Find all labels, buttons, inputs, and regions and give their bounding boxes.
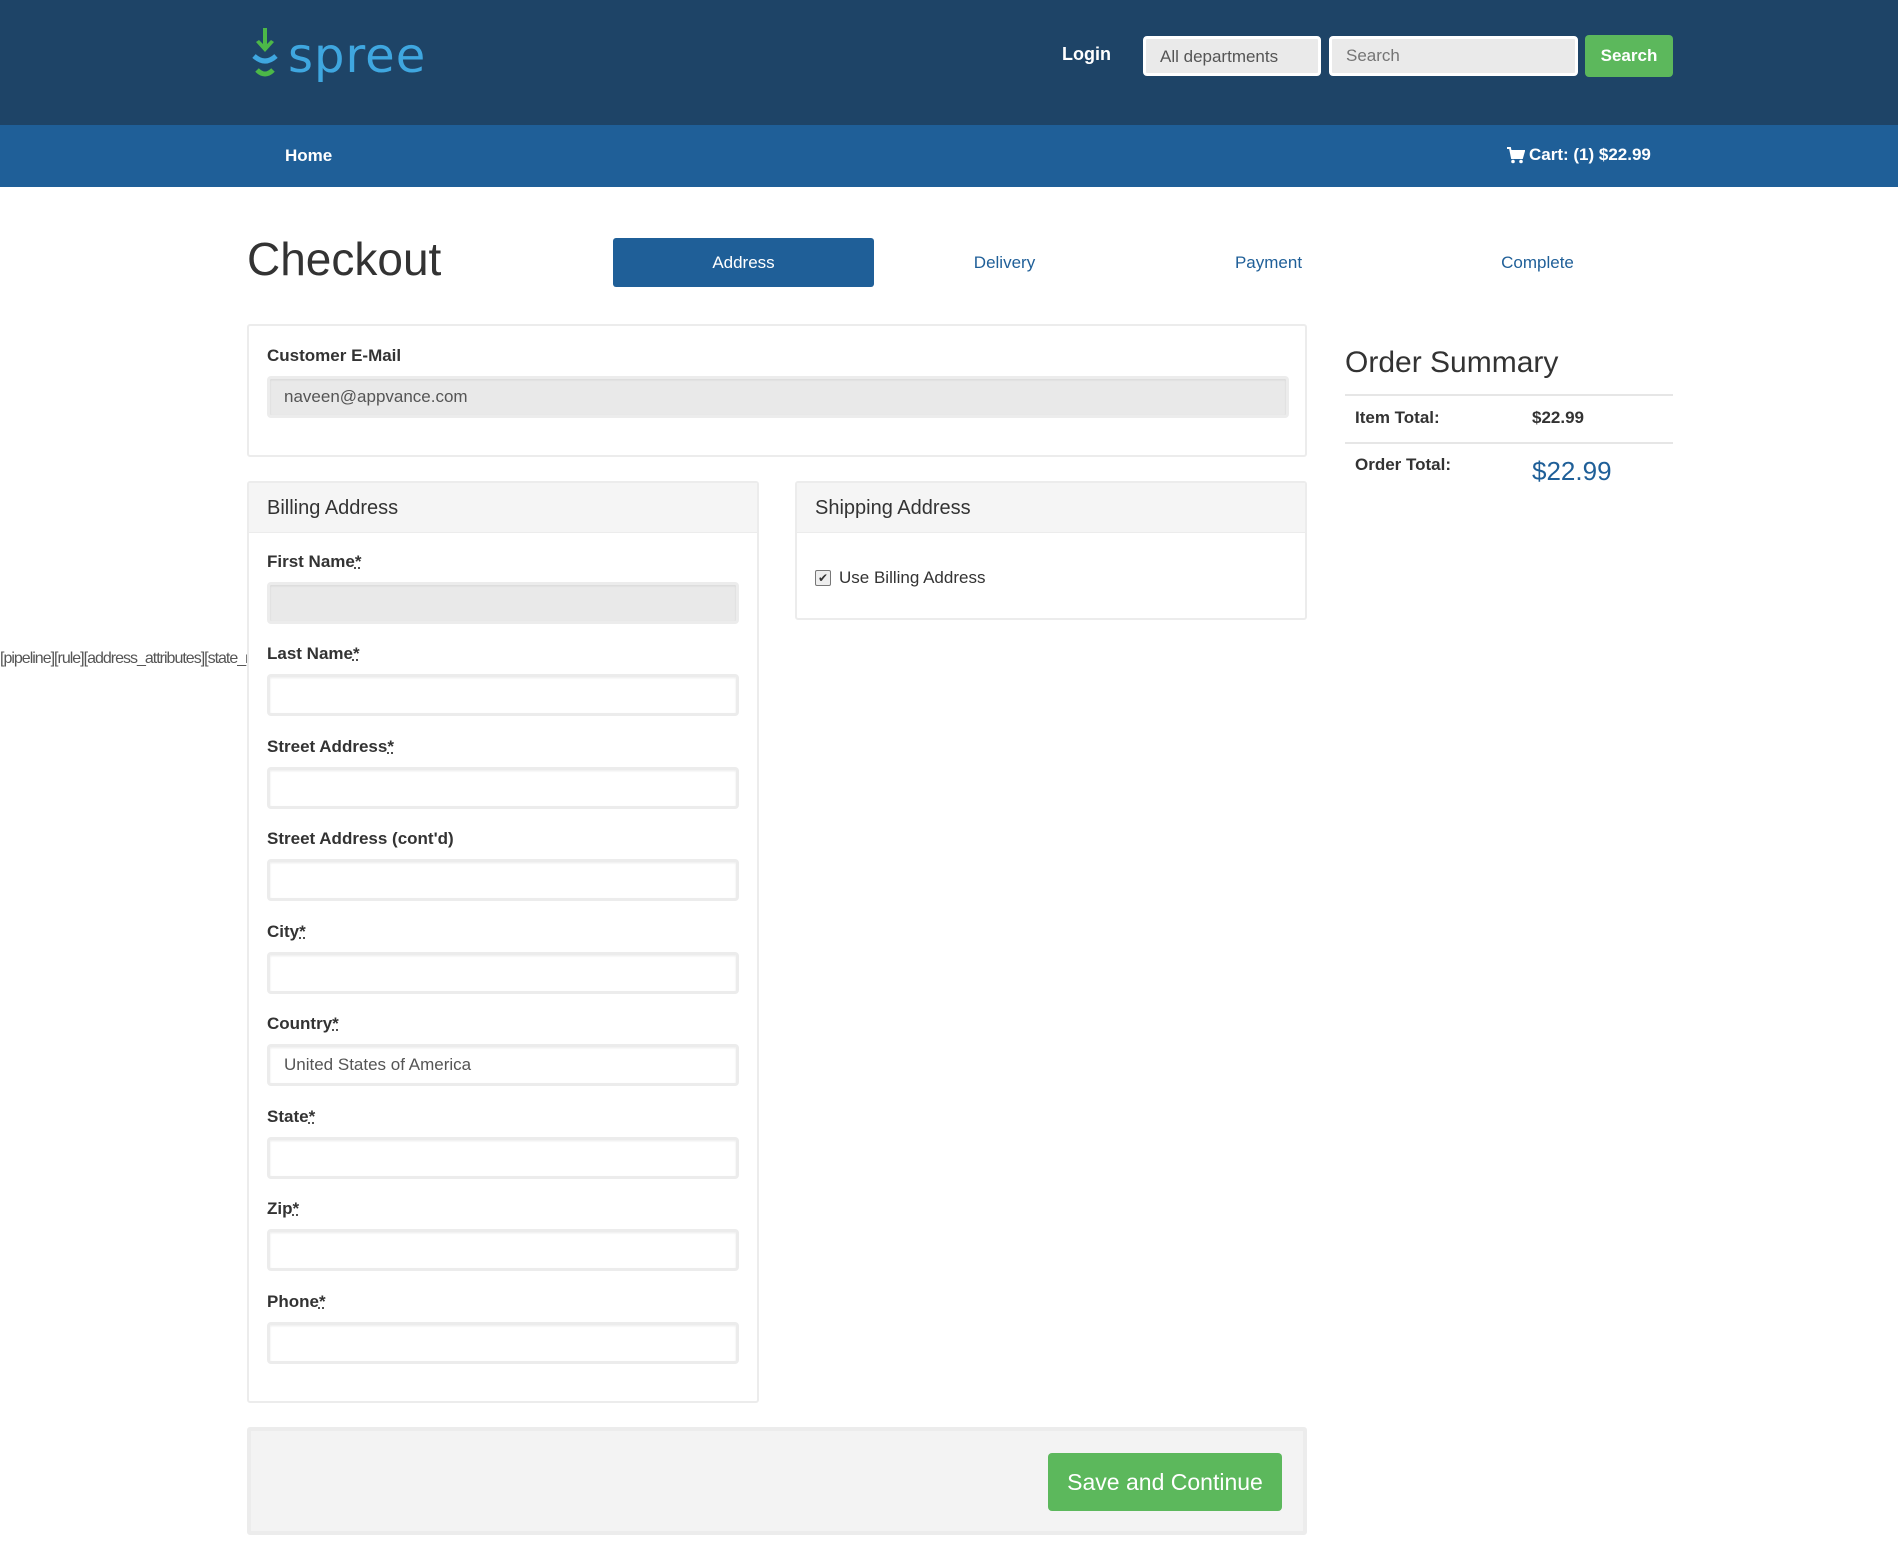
country-select[interactable]: United States of America — [267, 1044, 739, 1086]
last-name-field[interactable] — [267, 674, 739, 716]
street2-label: Street Address (cont'd) — [267, 829, 454, 848]
customer-email-panel: Customer E-Mail naveen@appvance.com — [247, 324, 1307, 457]
city-field[interactable] — [267, 952, 739, 994]
shipping-header: Shipping Address — [797, 483, 1305, 533]
first-name-field[interactable] — [267, 582, 739, 624]
form-actions: Save and Continue — [247, 1427, 1307, 1535]
step-complete[interactable]: Complete — [1407, 238, 1668, 287]
step-delivery[interactable]: Delivery — [874, 238, 1135, 287]
order-summary-title: Order Summary — [1345, 346, 1559, 379]
login-link[interactable]: Login — [1062, 44, 1111, 65]
first-name-label: First Name* — [267, 552, 362, 571]
cart-link[interactable]: Cart: (1) $22.99 — [1507, 145, 1651, 165]
shipping-address-panel: Shipping Address ✔ Use Billing Address — [795, 481, 1307, 620]
zip-field[interactable] — [267, 1229, 739, 1271]
order-total-value: $22.99 — [1532, 456, 1612, 486]
state-label: State* — [267, 1107, 316, 1126]
summary-divider — [1345, 442, 1673, 444]
cart-icon — [1507, 146, 1525, 163]
logo-text: spree — [288, 28, 427, 84]
page-title: Checkout — [247, 233, 442, 285]
order-total-label: Order Total: — [1355, 455, 1452, 474]
email-label: Customer E-Mail — [267, 346, 402, 365]
top-header: spree Login All departments Search — [0, 0, 1898, 125]
summary-divider — [1345, 394, 1673, 396]
item-total-value: $22.99 — [1532, 408, 1584, 427]
department-select[interactable]: All departments — [1143, 36, 1321, 76]
search-input[interactable] — [1329, 36, 1578, 76]
billing-heading: Billing Address — [267, 497, 399, 519]
checkout-steps: Address Delivery Payment Complete — [613, 238, 1673, 287]
state-field[interactable] — [267, 1137, 739, 1179]
checkbox-checked-icon[interactable]: ✔ — [815, 570, 831, 586]
street-field[interactable] — [267, 767, 739, 809]
zip-label: Zip* — [267, 1199, 300, 1218]
step-address[interactable]: Address — [613, 238, 874, 287]
use-billing-checkbox[interactable]: ✔ Use Billing Address — [815, 568, 985, 588]
shipping-heading: Shipping Address — [815, 497, 971, 519]
phone-field[interactable] — [267, 1322, 739, 1364]
last-name-label: Last Name* — [267, 644, 360, 663]
billing-header: Billing Address — [249, 483, 757, 533]
country-label: Country* — [267, 1014, 339, 1033]
spree-logo[interactable]: spree — [248, 26, 426, 86]
use-billing-label: Use Billing Address — [839, 568, 986, 587]
cart-label: Cart: (1) $22.99 — [1529, 145, 1651, 164]
search-button[interactable]: Search — [1585, 35, 1673, 77]
city-label: City* — [267, 922, 306, 941]
street-label: Street Address* — [267, 737, 394, 756]
billing-address-panel: Billing Address First Name* Last Name* S… — [247, 481, 759, 1403]
email-field[interactable]: naveen@appvance.com — [267, 376, 1289, 418]
main-nav: Home Cart: (1) $22.99 — [0, 125, 1898, 187]
step-payment[interactable]: Payment — [1138, 238, 1399, 287]
save-and-continue-button[interactable]: Save and Continue — [1048, 1453, 1282, 1511]
item-total-label: Item Total: — [1355, 408, 1440, 427]
phone-label: Phone* — [267, 1292, 326, 1311]
spree-logo-icon — [252, 28, 278, 77]
nav-home-link[interactable]: Home — [285, 146, 332, 166]
street2-field[interactable] — [267, 859, 739, 901]
